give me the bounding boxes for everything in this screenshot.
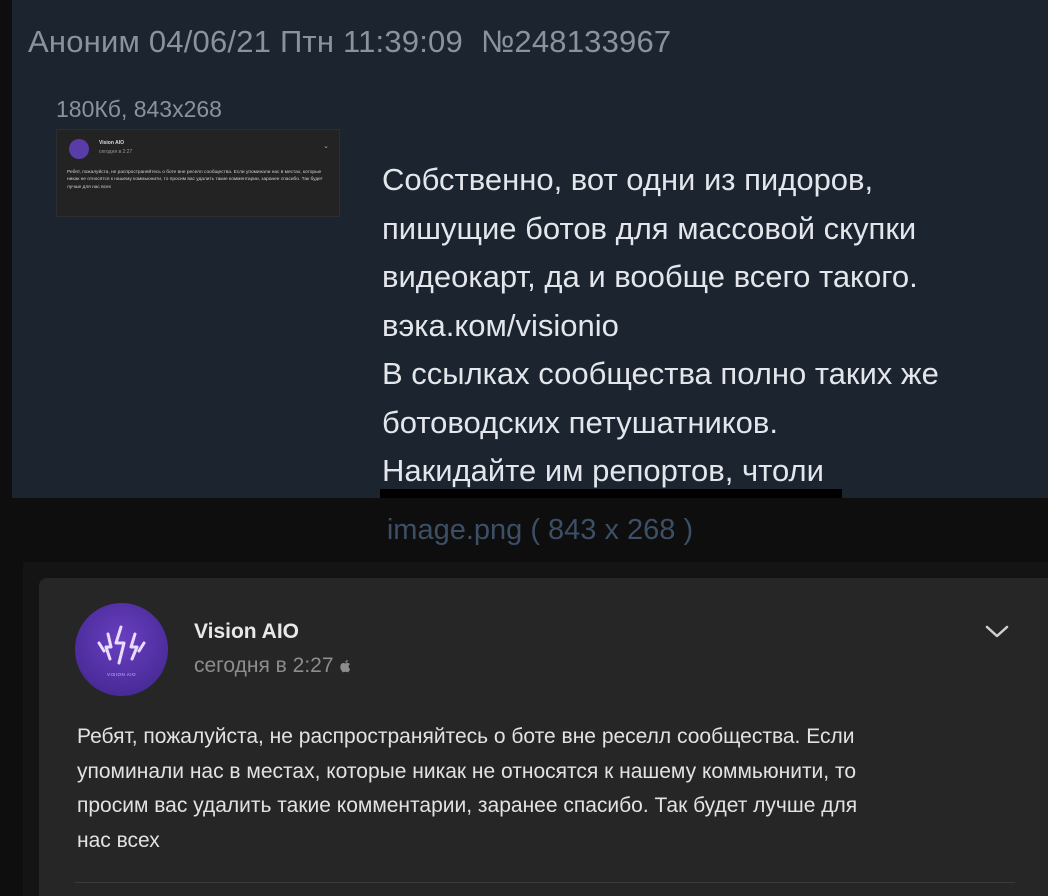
card-timestamp: сегодня в 2:27 (194, 654, 352, 678)
thumbnail-avatar (69, 139, 89, 159)
apple-icon (339, 660, 350, 673)
post-body-line: Собственно, вот одни из пидоров, (382, 162, 874, 197)
chevron-down-icon[interactable] (984, 624, 1010, 640)
post-body-line: В ссылках сообщества полно таких же (382, 356, 939, 391)
post-body-line: видеокарт, да и вообще всего такого. (382, 259, 918, 294)
file-info: 180Кб, 843x268 (56, 96, 222, 122)
avatar[interactable]: VISION AIO (75, 603, 168, 696)
post-body-link[interactable]: вэка.ком/visionio (382, 302, 939, 351)
post-time: 11:39:09 (342, 24, 463, 59)
post-number-link[interactable]: №248133967 (481, 24, 671, 59)
post-border (0, 0, 12, 498)
post-body: Собственно, вот одни из пидоров, пишущие… (382, 156, 939, 496)
cropped-text-bar (380, 489, 842, 498)
lightning-logo-icon (97, 625, 146, 665)
card-message-line: просим вас удалить такие комментарии, за… (77, 794, 858, 817)
thumbnail-text: Ребят, пожалуйста, не распространяйтесь … (67, 169, 329, 191)
image-caption: image.png ( 843 x 268 ) (386, 514, 694, 546)
thumbnail-text-line: нас всех (92, 184, 111, 190)
post-author: Аноним (28, 24, 140, 59)
imageboard-post: Аноним 04/06/21 Птн 11:39:09 №248133967 1… (0, 0, 1048, 498)
thumbnail-author: Vision AIO (99, 140, 125, 146)
post-date: 04/06/21 (148, 24, 272, 59)
thumbnail-chevron-icon: ⌄ (323, 143, 329, 150)
card-message: Ребят, пожалуйста, не распространяйтесь … (77, 720, 1007, 858)
card-message-line: Ребят, пожалуйста, не распространяйтесь … (77, 725, 855, 748)
avatar-logo-text: VISION AIO (106, 672, 136, 677)
card-time-text: сегодня в 2:27 (194, 654, 334, 677)
card-divider (75, 882, 1015, 883)
card-message-line: упоминали нас в местах, которые никак не… (77, 759, 857, 783)
card-author-link[interactable]: Vision AIO (194, 620, 299, 644)
thumbnail-time: сегодня в 2:27 (99, 149, 133, 155)
post-weekday: Птн (279, 24, 335, 59)
post-body-line: пишущие ботов для массовой скупки (382, 210, 917, 246)
post-header: Аноним 04/06/21 Птн 11:39:09 №248133967 (28, 24, 671, 60)
card-message-line: нас всех (77, 828, 160, 852)
post-body-line: ботоводских петушатников. (382, 404, 779, 440)
thumbnail-text-line: Ребят, пожалуйста, не распространяйтесь … (67, 170, 245, 175)
image-thumbnail[interactable]: Vision AIO сегодня в 2:27 ⌄ Ребят, пожал… (56, 129, 340, 217)
